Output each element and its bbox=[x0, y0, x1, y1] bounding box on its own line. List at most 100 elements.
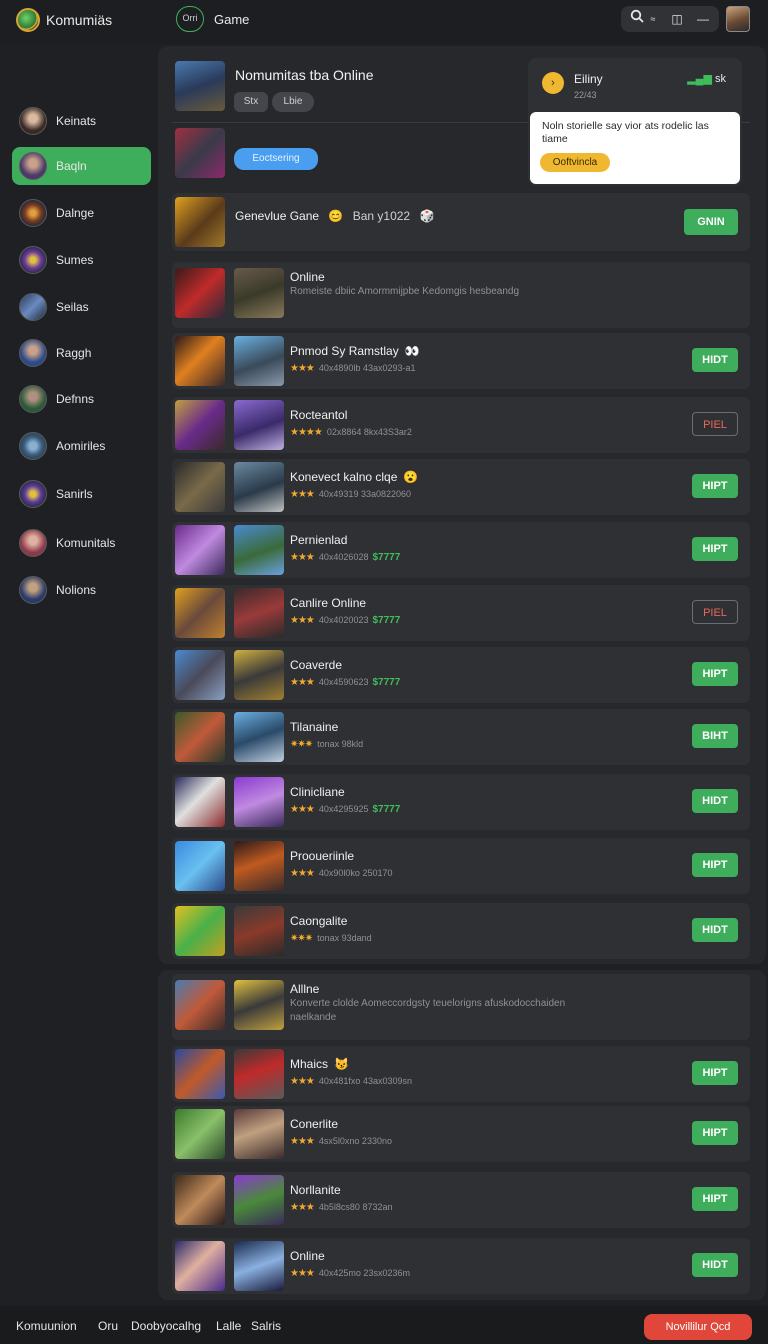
game-thumbnail[interactable] bbox=[175, 1241, 225, 1291]
sidebar-item-defnns[interactable]: Defnns bbox=[12, 380, 151, 418]
game-thumbnail[interactable] bbox=[175, 980, 225, 1030]
sidebar-item-seilas[interactable]: Seilas bbox=[12, 288, 151, 326]
game-thumbnail[interactable] bbox=[234, 777, 284, 827]
game-row[interactable]: Online ★★★ 40x425mo 23sx0236m HIDT bbox=[172, 1238, 750, 1294]
bottom-bar: Komuunion Oru Doobyocalhg Lalle Salris N… bbox=[0, 1306, 768, 1344]
row-action-button[interactable]: BIHT bbox=[692, 724, 738, 748]
game-thumbnail[interactable] bbox=[234, 980, 284, 1030]
game-row[interactable]: Konevect kalno clqe 😮 ★★★ 40x49319 33a08220… bbox=[172, 459, 750, 515]
popup-action-button[interactable]: Ooftvincla bbox=[540, 153, 610, 172]
game-thumbnail[interactable] bbox=[175, 777, 225, 827]
game-thumbnail[interactable] bbox=[175, 650, 225, 700]
game-meta-text: 40x90l0ko 250170 bbox=[318, 868, 393, 878]
filter-icon[interactable]: ≈ bbox=[643, 9, 663, 29]
generic-game-row[interactable]: Genevlue Gane 😊 Ban y1022 🎲 GNIN bbox=[172, 193, 750, 251]
game-thumbnail[interactable] bbox=[175, 1049, 225, 1099]
bottom-link[interactable]: Oru bbox=[98, 1319, 118, 1333]
bottom-link[interactable]: Doobyocalhg bbox=[131, 1319, 201, 1333]
game-row[interactable]: Caongalite ✷✷✷ tonax 93dand HIDT bbox=[172, 903, 750, 959]
hero-tag[interactable]: Stx bbox=[234, 92, 268, 112]
sidebar-item-raggh[interactable]: Raggh bbox=[12, 334, 151, 372]
hero-thumbnail[interactable] bbox=[175, 61, 225, 111]
bottom-link[interactable]: Salris bbox=[251, 1319, 281, 1333]
row-action-button[interactable]: HIPT bbox=[692, 474, 738, 498]
game-thumbnail[interactable] bbox=[175, 588, 225, 638]
user-avatar[interactable] bbox=[726, 6, 750, 32]
game-toggle[interactable]: Orri bbox=[176, 6, 204, 32]
game-thumbnail[interactable] bbox=[234, 1241, 284, 1291]
rating-stars-icon: ★★★ bbox=[290, 1268, 315, 1279]
app-logo[interactable] bbox=[16, 8, 40, 32]
dice-icon: 🎲 bbox=[419, 209, 435, 223]
row-action-button[interactable]: PIEL bbox=[692, 412, 738, 436]
row-action-button[interactable]: HIPT bbox=[692, 1187, 738, 1211]
sidebar-item-keinats[interactable]: Keinats bbox=[12, 102, 151, 140]
game-thumbnail[interactable] bbox=[175, 336, 225, 386]
row-action-button[interactable]: HIPT bbox=[692, 853, 738, 877]
game-thumbnail[interactable] bbox=[175, 712, 225, 762]
game-row[interactable]: Clinicliane ★★★ 40x4295925 $7777 HIDT bbox=[172, 774, 750, 830]
sidebar-item-baqln[interactable]: Baqln bbox=[12, 147, 151, 185]
row-action-button[interactable]: HIPT bbox=[692, 537, 738, 561]
sidebar-item-dalnge[interactable]: Dalnge bbox=[12, 194, 151, 232]
game-thumbnail[interactable] bbox=[234, 400, 284, 450]
cta-button[interactable]: Novillilur Qcd bbox=[644, 1314, 752, 1340]
game-thumbnail[interactable] bbox=[234, 588, 284, 638]
game-meta-text: 40x4590623 bbox=[318, 677, 369, 687]
game-thumbnail[interactable] bbox=[175, 462, 225, 512]
game-thumbnail[interactable] bbox=[175, 1175, 225, 1225]
bottom-link[interactable]: Lalle bbox=[216, 1319, 241, 1333]
game-thumbnail[interactable] bbox=[234, 525, 284, 575]
game-thumbnail[interactable] bbox=[234, 1109, 284, 1159]
game-row[interactable]: Tilanaine ✷✷✷ tonax 98kld BIHT bbox=[172, 709, 750, 765]
game-row[interactable]: Rocteantol ★★★★ 02x8864 8kx43S3ar2 PIEL bbox=[172, 397, 750, 453]
game-title-text: Mhaics bbox=[290, 1057, 329, 1071]
game-title: Norllanite bbox=[290, 1183, 341, 1197]
game-thumbnail[interactable] bbox=[175, 525, 225, 575]
row-action-button[interactable]: HIDT bbox=[692, 789, 738, 813]
game-thumbnail[interactable] bbox=[175, 906, 225, 956]
avatar bbox=[19, 107, 47, 135]
sidebar-item-nolions[interactable]: Nolions bbox=[12, 571, 151, 609]
game-thumbnail[interactable] bbox=[234, 462, 284, 512]
game-thumbnail[interactable] bbox=[234, 841, 284, 891]
game-thumbnail[interactable] bbox=[234, 650, 284, 700]
join-button[interactable]: GNIN bbox=[684, 209, 738, 235]
game-thumbnail[interactable] bbox=[234, 1175, 284, 1225]
game-row[interactable]: Pernienlad ★★★ 40x4026028 $7777 HIPT bbox=[172, 522, 750, 578]
bottom-link[interactable]: Komuunion bbox=[16, 1319, 77, 1333]
game-row[interactable]: Coaverde ★★★ 40x4590623 $7777 HIPT bbox=[172, 647, 750, 703]
row-action-button[interactable]: HIDT bbox=[692, 1253, 738, 1277]
game-thumbnail[interactable] bbox=[175, 400, 225, 450]
game-thumbnail[interactable] bbox=[234, 268, 284, 318]
row-action-button[interactable]: HIDT bbox=[692, 348, 738, 372]
sidebar-item-sanirls[interactable]: Sanirls bbox=[12, 475, 151, 513]
game-thumbnail[interactable] bbox=[175, 841, 225, 891]
game-thumbnail[interactable] bbox=[175, 268, 225, 318]
featured-pill[interactable]: Eoctsering bbox=[234, 148, 318, 170]
featured-thumbnail[interactable] bbox=[175, 128, 225, 178]
hero-tag[interactable]: Lbie bbox=[272, 92, 314, 112]
layout-icon[interactable]: ◫ bbox=[667, 9, 687, 29]
row-action-button[interactable]: HIDT bbox=[692, 918, 738, 942]
game-row[interactable]: Prooueriinle ★★★ 40x90l0ko 250170 HIPT bbox=[172, 838, 750, 894]
minimize-icon[interactable]: — bbox=[693, 9, 713, 29]
game-thumbnail[interactable] bbox=[234, 336, 284, 386]
row-action-button[interactable]: PIEL bbox=[692, 600, 738, 624]
game-thumbnail[interactable] bbox=[234, 1049, 284, 1099]
game-row[interactable]: Mhaics 😼 ★★★ 40x481fxo 43ax0309sn HIPT bbox=[172, 1046, 750, 1102]
game-thumbnail[interactable] bbox=[175, 1109, 225, 1159]
row-action-button[interactable]: HIPT bbox=[692, 662, 738, 686]
game-row[interactable]: Conerlite ★★★ 4sx5l0xno 2330no HIPT bbox=[172, 1106, 750, 1162]
rating-stars-icon: ★★★ bbox=[290, 363, 315, 374]
sidebar-item-aomiriles[interactable]: Aomiriles bbox=[12, 427, 151, 465]
sidebar-item-sumes[interactable]: Sumes bbox=[12, 241, 151, 279]
game-thumbnail[interactable] bbox=[234, 712, 284, 762]
game-row[interactable]: Pnmod Sy Ramstlay 👀 ★★★ 40x4890lb 43ax0293-… bbox=[172, 333, 750, 389]
game-thumbnail[interactable] bbox=[234, 906, 284, 956]
game-row[interactable]: Norllanite ★★★ 4b5l8cs80 8732an HIPT bbox=[172, 1172, 750, 1228]
row-action-button[interactable]: HIPT bbox=[692, 1121, 738, 1145]
sidebar-item-komunitals[interactable]: Komunitals bbox=[12, 524, 151, 562]
row-action-button[interactable]: HIPT bbox=[692, 1061, 738, 1085]
game-row[interactable]: Canlire Online ★★★ 40x4020023 $7777 PIEL bbox=[172, 585, 750, 641]
